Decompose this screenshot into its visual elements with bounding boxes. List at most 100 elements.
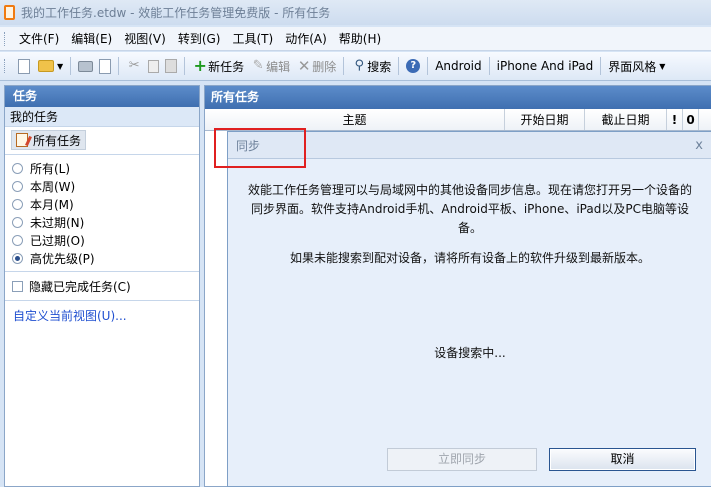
filter-label: 未过期(N) bbox=[30, 215, 85, 230]
copy-icon bbox=[148, 59, 160, 73]
filter-label: 已过期(O) bbox=[30, 233, 85, 248]
hide-completed-label: 隐藏已完成任务(C) bbox=[29, 279, 131, 294]
column-attachment[interactable]: 0 bbox=[683, 109, 699, 130]
app-icon bbox=[4, 5, 15, 20]
delete-x-icon: ✕ bbox=[297, 57, 311, 75]
all-tasks-item[interactable]: 所有任务 bbox=[11, 130, 87, 150]
help-icon: ? bbox=[406, 59, 421, 73]
close-icon[interactable]: x bbox=[695, 138, 703, 153]
sync-panel: 同步 x 效能工作任务管理可以与局域网中的其他设备同步信息。现在请您打开另一个设… bbox=[227, 131, 711, 487]
left-panel: 任务 我的任务 所有任务 所有(L) 本周(W) 本月(M) 未过期(N) 已过… bbox=[4, 85, 200, 487]
main-panel-header: 所有任务 bbox=[205, 86, 711, 109]
divider bbox=[5, 300, 199, 301]
android-button[interactable]: Android bbox=[432, 55, 484, 77]
toolbar: ▼ ✂ + 新任务 ✎ 编辑 ✕ 删除 ⚲ 搜索 ? Android iPhone An… bbox=[0, 52, 711, 81]
iphone-ipad-button[interactable]: iPhone And iPad bbox=[494, 55, 597, 77]
toolbar-separator bbox=[427, 57, 429, 75]
filter-this-week[interactable]: 本周(W) bbox=[5, 177, 199, 195]
plus-icon: + bbox=[193, 56, 207, 75]
radio-icon bbox=[12, 198, 23, 210]
customize-view-link[interactable]: 自定义当前视图(U)... bbox=[5, 305, 199, 327]
toolbar-grip bbox=[4, 59, 7, 73]
menu-edit[interactable]: 编辑(E) bbox=[65, 30, 118, 47]
open-folder-icon bbox=[38, 60, 54, 72]
menu-grip bbox=[4, 31, 7, 46]
printer-icon bbox=[78, 60, 94, 72]
toolbar-separator bbox=[398, 57, 400, 75]
theme-label: 界面风格 bbox=[608, 59, 657, 74]
dropdown-caret-icon: ▼ bbox=[659, 61, 666, 71]
task-list-icon bbox=[16, 133, 28, 147]
sync-description-line: 效能工作任务管理可以与局域网中的其他设备同步信息。现在请您打开另一个设备的 bbox=[247, 183, 692, 197]
print-preview-button[interactable] bbox=[96, 55, 114, 77]
menu-tools[interactable]: 工具(T) bbox=[226, 30, 279, 47]
menu-file[interactable]: 文件(F) bbox=[13, 30, 65, 47]
help-button[interactable]: ? bbox=[403, 55, 423, 77]
window-title: 我的工作任务.etdw - 效能工作任务管理免费版 - 所有任务 bbox=[21, 6, 331, 20]
toolbar-separator bbox=[488, 57, 490, 75]
search-icon: ⚲ bbox=[354, 58, 364, 73]
filter-label: 本周(W) bbox=[30, 179, 76, 194]
new-file-button[interactable] bbox=[13, 55, 35, 77]
checkbox-icon bbox=[12, 280, 23, 292]
filter-all[interactable]: 所有(L) bbox=[5, 159, 199, 177]
radio-icon bbox=[12, 234, 23, 246]
radio-selected-icon bbox=[12, 252, 23, 264]
filter-this-month[interactable]: 本月(M) bbox=[5, 195, 199, 213]
filter-label: 高优先级(P) bbox=[30, 251, 95, 266]
delete-label: 删除 bbox=[312, 59, 337, 74]
menu-goto[interactable]: 转到(G) bbox=[172, 30, 227, 47]
new-task-button[interactable]: + 新任务 bbox=[189, 55, 247, 77]
divider bbox=[5, 271, 199, 272]
filter-label: 本月(M) bbox=[30, 197, 74, 212]
print-button[interactable] bbox=[75, 55, 96, 77]
filter-label: 所有(L) bbox=[30, 161, 71, 176]
edit-button[interactable]: ✎ 编辑 bbox=[247, 55, 293, 77]
new-document-icon bbox=[18, 58, 30, 74]
toolbar-separator bbox=[343, 57, 345, 75]
delete-button[interactable]: ✕ 删除 bbox=[293, 55, 339, 77]
sync-description-line: 同步界面。软件支持Android手机、Android平板、iPhone、iPad… bbox=[251, 202, 689, 216]
hide-completed-checkbox[interactable]: 隐藏已完成任务(C) bbox=[5, 276, 199, 296]
column-start-date[interactable]: 开始日期 bbox=[505, 109, 585, 130]
divider bbox=[5, 154, 199, 155]
search-label: 搜索 bbox=[367, 59, 392, 74]
paste-button[interactable] bbox=[162, 55, 180, 77]
sync-description-line: 备。 bbox=[457, 221, 482, 235]
my-tasks-label: 我的任务 bbox=[5, 107, 199, 127]
tasks-panel-header: 任务 bbox=[5, 86, 199, 107]
menu-action[interactable]: 动作(A) bbox=[279, 30, 333, 47]
dropdown-caret-icon: ▼ bbox=[57, 61, 64, 71]
open-button[interactable]: ▼ bbox=[35, 55, 66, 77]
column-due-date[interactable]: 截止日期 bbox=[585, 109, 667, 130]
sync-hint: 如果未能搜索到配对设备，请将所有设备上的软件升级到最新版本。 bbox=[289, 251, 650, 265]
menu-view[interactable]: 视图(V) bbox=[118, 30, 172, 47]
toolbar-separator bbox=[600, 57, 602, 75]
title-bar: 我的工作任务.etdw - 效能工作任务管理免费版 - 所有任务 bbox=[0, 0, 711, 25]
all-tasks-label: 所有任务 bbox=[33, 133, 82, 148]
theme-button[interactable]: 界面风格 ▼ bbox=[605, 55, 668, 77]
sync-status: 设备搜索中... bbox=[434, 346, 506, 360]
toolbar-separator bbox=[70, 57, 72, 75]
menu-bar: 文件(F) 编辑(E) 视图(V) 转到(G) 工具(T) 动作(A) 帮助(H… bbox=[0, 27, 711, 51]
toolbar-separator bbox=[184, 57, 186, 75]
cancel-button[interactable]: 取消 bbox=[549, 448, 696, 471]
cut-button[interactable]: ✂ bbox=[123, 55, 145, 77]
filter-expired[interactable]: 已过期(O) bbox=[5, 231, 199, 249]
scissors-icon: ✂ bbox=[128, 58, 140, 73]
column-priority[interactable]: ! bbox=[667, 109, 683, 130]
column-subject[interactable]: 主题 bbox=[205, 109, 505, 130]
edit-label: 编辑 bbox=[266, 59, 291, 74]
sync-description: 效能工作任务管理可以与局域网中的其他设备同步信息。现在请您打开另一个设备的 同步… bbox=[228, 181, 711, 238]
pencil-icon: ✎ bbox=[252, 58, 264, 73]
print-preview-icon bbox=[99, 58, 112, 74]
radio-icon bbox=[12, 216, 23, 228]
menu-help[interactable]: 帮助(H) bbox=[333, 30, 387, 47]
new-task-label: 新任务 bbox=[208, 59, 245, 74]
radio-icon bbox=[12, 162, 23, 174]
filter-not-expired[interactable]: 未过期(N) bbox=[5, 213, 199, 231]
search-button[interactable]: ⚲ 搜索 bbox=[348, 55, 394, 77]
copy-button[interactable] bbox=[145, 55, 162, 77]
sync-now-button[interactable]: 立即同步 bbox=[387, 448, 537, 471]
filter-high-priority[interactable]: 高优先级(P) bbox=[5, 249, 199, 267]
